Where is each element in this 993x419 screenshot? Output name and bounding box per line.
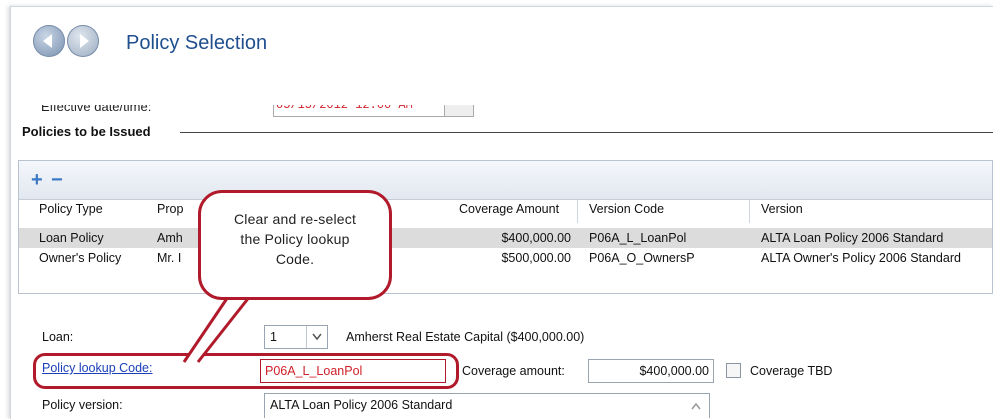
cell-prop: Amh xyxy=(157,231,183,245)
cell-version-code: P06A_L_LoanPol xyxy=(589,231,687,245)
section-divider xyxy=(180,132,993,133)
policy-lookup-code-link[interactable]: Policy lookup Code: xyxy=(42,361,152,375)
policy-version-value: ALTA Loan Policy 2006 Standard xyxy=(270,398,453,412)
policies-grid: + − Policy Type Prop Coverage Amount Ver… xyxy=(18,160,993,294)
coverage-amount-label: Coverage amount: xyxy=(462,364,565,378)
table-row[interactable]: Owner's Policy Mr. I $500,000.00 P06A_O_… xyxy=(19,248,992,268)
cell-version: ALTA Owner's Policy 2006 Standard xyxy=(761,251,961,265)
chevron-up-icon[interactable] xyxy=(691,402,701,410)
back-button[interactable] xyxy=(33,25,65,57)
forward-button[interactable] xyxy=(67,25,99,57)
section-title: Policies to be Issued xyxy=(22,124,157,139)
instruction-callout: Clear and re-select the Policy lookup Co… xyxy=(198,190,392,300)
page-title: Policy Selection xyxy=(126,32,268,54)
coverage-tbd-label: Coverage TBD xyxy=(750,364,833,378)
effective-date-input[interactable]: 05/15/2012 12:00 AM xyxy=(273,105,447,117)
cell-coverage-amount: $400,000.00 xyxy=(501,231,571,245)
callout-line-1: Clear and re-select xyxy=(233,211,357,227)
effective-date-row: Effective date/time: 05/15/2012 12:00 AM xyxy=(11,105,993,117)
column-separator xyxy=(749,199,750,223)
cell-version: ALTA Loan Policy 2006 Standard xyxy=(761,231,944,245)
policy-lookup-code-value: P06A_L_LoanPol xyxy=(265,364,363,378)
table-row[interactable]: Loan Policy Amh $400,000.00 P06A_L_LoanP… xyxy=(19,228,992,248)
remove-icon[interactable]: − xyxy=(51,170,63,190)
column-header-version[interactable]: Version xyxy=(761,202,803,216)
effective-date-label: Effective date/time: xyxy=(41,105,152,114)
header: Policy Selection xyxy=(11,7,993,73)
chevron-down-icon[interactable] xyxy=(306,326,327,348)
coverage-amount-value: $400,000.00 xyxy=(639,364,709,378)
policy-version-field[interactable]: ALTA Loan Policy 2006 Standard xyxy=(264,393,710,418)
loan-select[interactable]: 1 xyxy=(264,325,328,349)
coverage-tbd-checkbox[interactable] xyxy=(726,363,741,378)
policy-lookup-code-input[interactable]: P06A_L_LoanPol xyxy=(260,359,446,383)
policy-version-label: Policy version: xyxy=(42,398,123,412)
grid-toolbar: + − xyxy=(19,161,992,200)
column-header-coverage-amount[interactable]: Coverage Amount xyxy=(459,202,559,216)
cell-coverage-amount: $500,000.00 xyxy=(501,251,571,265)
loan-select-value: 1 xyxy=(270,330,277,344)
loan-label: Loan: xyxy=(42,330,74,344)
cell-prop: Mr. I xyxy=(157,251,182,265)
arrow-left-icon xyxy=(43,34,52,48)
column-header-prop[interactable]: Prop xyxy=(157,202,183,216)
column-header-version-code[interactable]: Version Code xyxy=(589,202,664,216)
column-separator xyxy=(577,199,578,223)
loan-description: Amherst Real Estate Capital ($400,000.00… xyxy=(346,330,585,344)
cell-policy-type: Loan Policy xyxy=(39,231,104,245)
add-icon[interactable]: + xyxy=(31,170,43,190)
date-picker-button[interactable] xyxy=(444,105,474,117)
coverage-amount-input[interactable]: $400,000.00 xyxy=(588,359,714,383)
cell-policy-type: Owner's Policy xyxy=(39,251,122,265)
column-header-policy-type[interactable]: Policy Type xyxy=(39,202,103,216)
arrow-right-icon xyxy=(80,34,89,48)
callout-line-2: the Policy lookup xyxy=(240,231,350,247)
callout-line-3: Code. xyxy=(275,251,315,267)
cell-version-code: P06A_O_OwnersP xyxy=(589,251,695,265)
